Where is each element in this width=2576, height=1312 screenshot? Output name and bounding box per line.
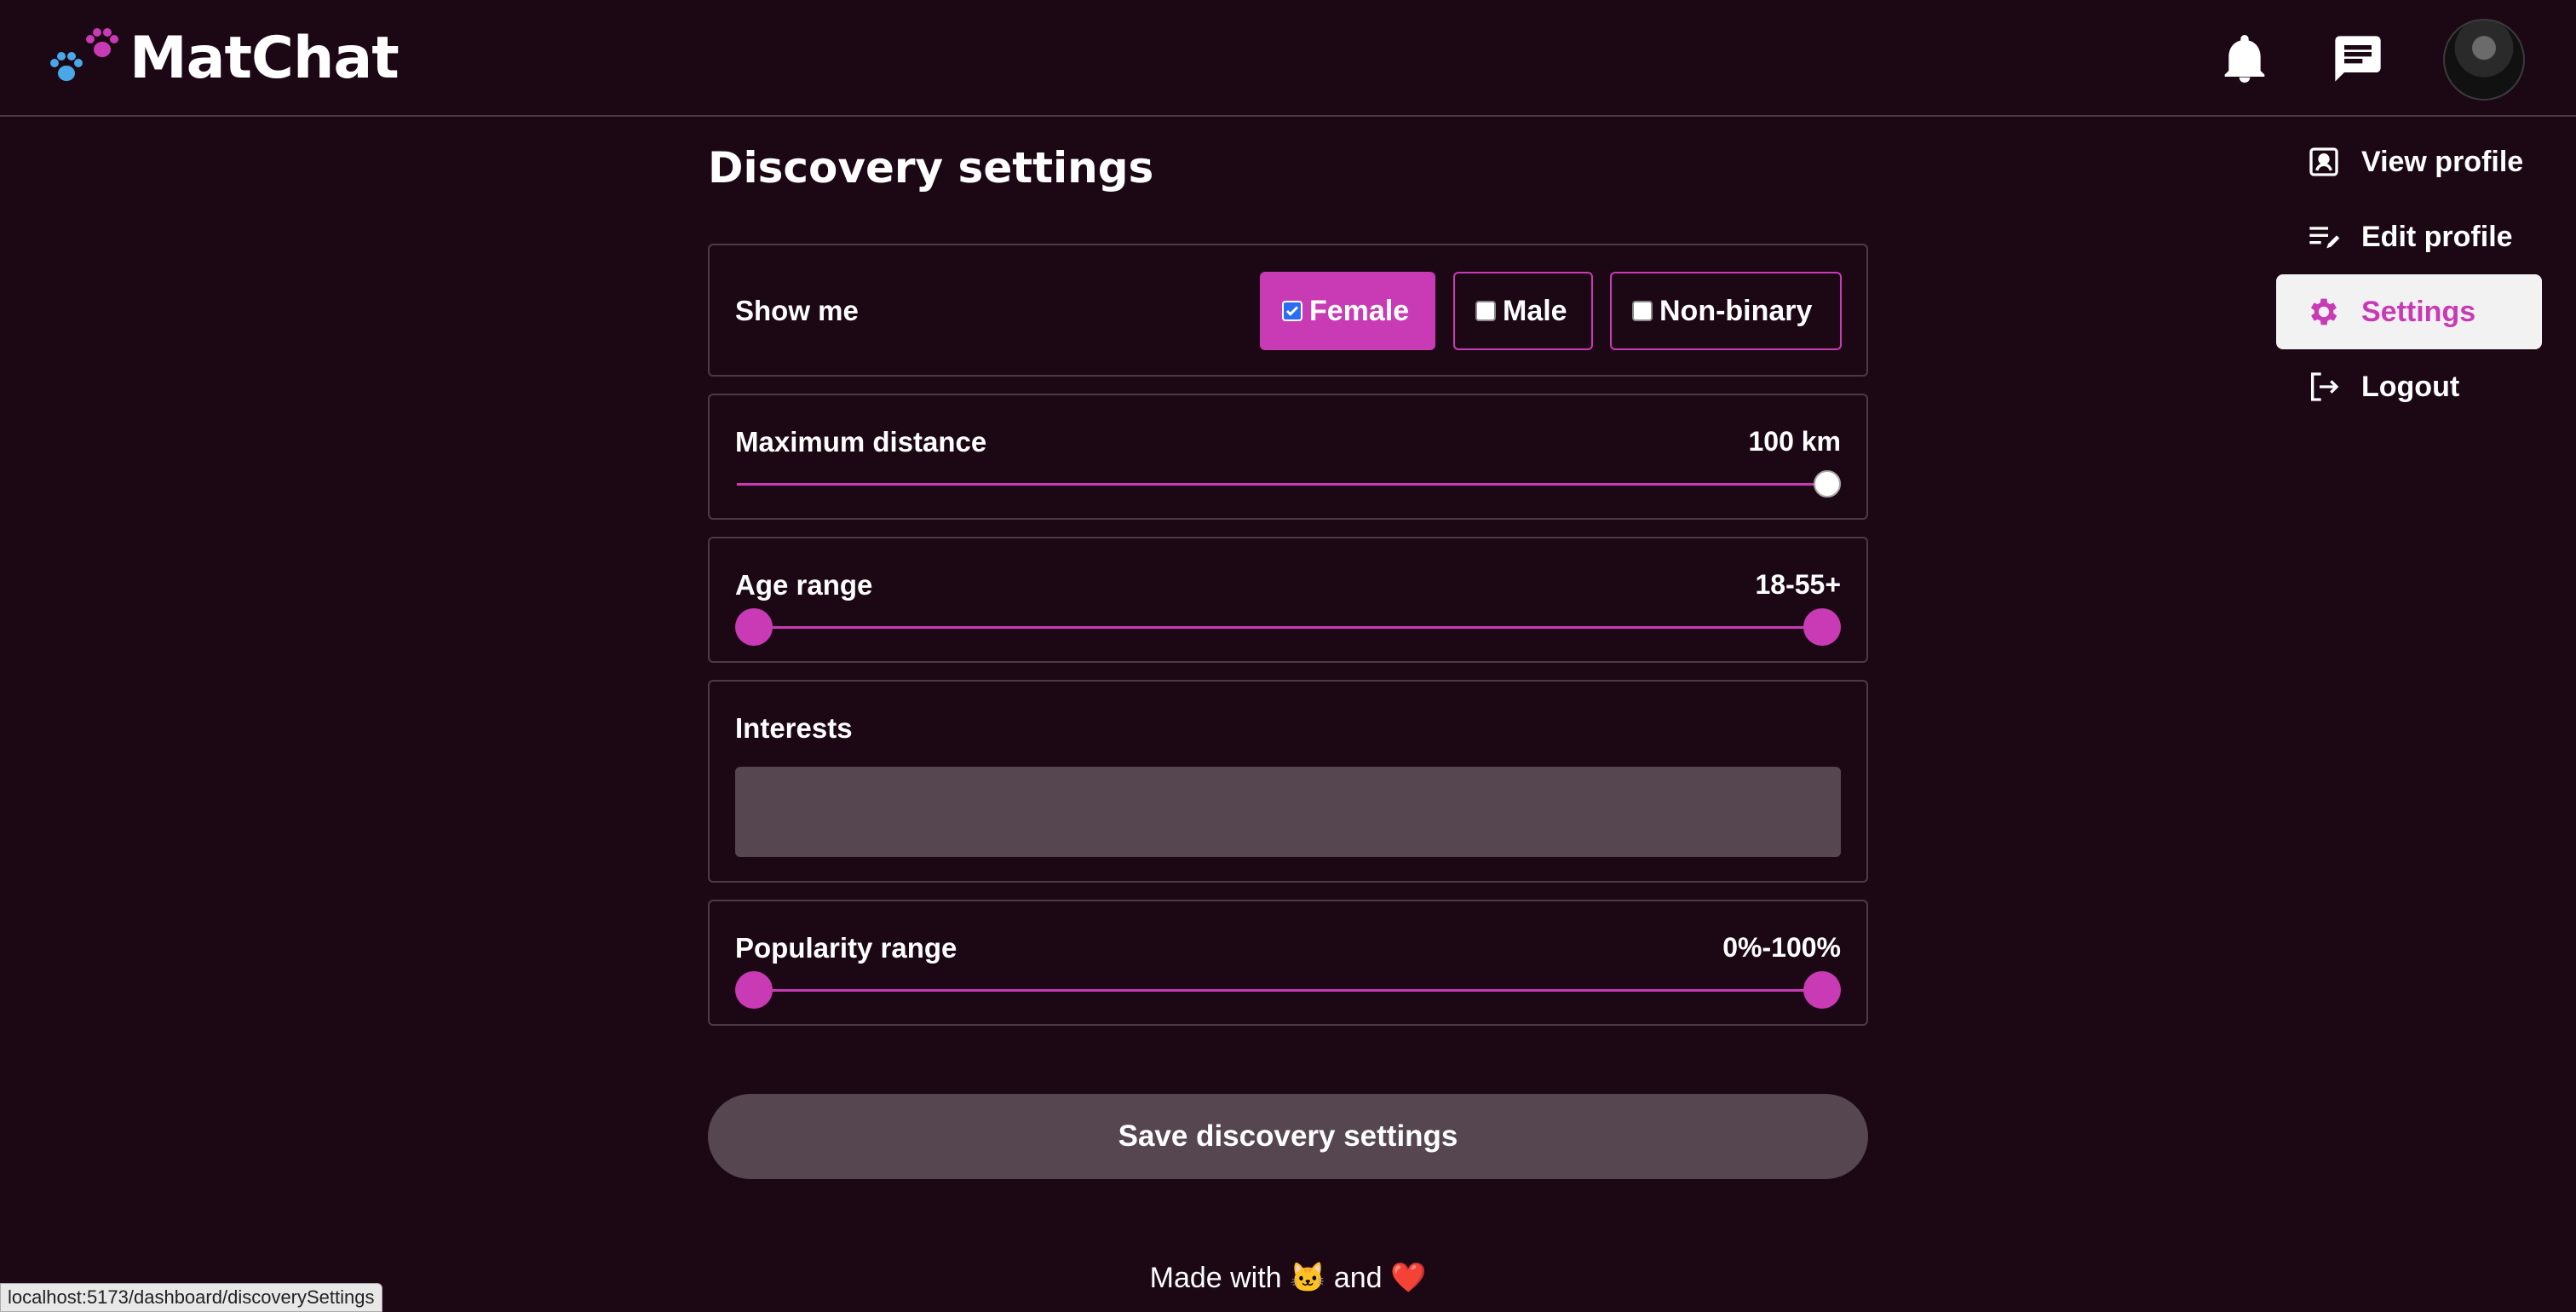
interests-input[interactable] — [735, 767, 1841, 857]
popularity-range-label: Popularity range — [735, 932, 957, 964]
menu-item-label: Settings — [2361, 296, 2475, 329]
checkbox-icon[interactable] — [1475, 301, 1496, 321]
popularity-slider-min-thumb[interactable] — [735, 971, 773, 1009]
show-me-label: Show me — [735, 295, 859, 327]
menu-item-view-profile[interactable]: View profile — [2276, 124, 2542, 199]
age-range-card: Age range 18-55+ — [708, 537, 1868, 663]
age-slider-track[interactable] — [737, 626, 1839, 629]
option-label: Non-binary — [1659, 295, 1812, 328]
profile-dropdown-menu: View profile Edit profile Settings — [2276, 124, 2542, 424]
menu-item-edit-profile[interactable]: Edit profile — [2276, 199, 2542, 274]
popularity-slider-max-thumb[interactable] — [1803, 971, 1841, 1009]
distance-value: 100 km — [1748, 426, 1841, 457]
gender-option-male[interactable]: Male — [1453, 272, 1593, 350]
paw-logo-icon — [48, 24, 126, 92]
profile-card-icon — [2305, 143, 2343, 181]
show-me-card: Show me Female Male Non-binary — [708, 244, 1868, 377]
menu-item-label: View profile — [2361, 146, 2523, 179]
age-range-label: Age range — [735, 569, 872, 601]
menu-item-label: Edit profile — [2361, 221, 2513, 254]
app-logo[interactable]: MatChat — [48, 24, 399, 92]
popularity-range-value: 0%-100% — [1722, 932, 1841, 964]
popularity-slider-track[interactable] — [737, 989, 1839, 992]
cat-emoji-icon: 🐱 — [1290, 1262, 1325, 1294]
gear-icon — [2305, 293, 2343, 331]
menu-item-settings[interactable]: Settings — [2276, 274, 2542, 349]
distance-card: Maximum distance 100 km — [708, 394, 1868, 520]
distance-slider-track[interactable] — [737, 483, 1839, 486]
distance-slider-thumb[interactable] — [1814, 470, 1841, 498]
logout-icon — [2305, 368, 2343, 406]
popularity-range-card: Popularity range 0%-100% — [708, 900, 1868, 1026]
interests-card: Interests — [708, 680, 1868, 883]
option-label: Female — [1309, 295, 1409, 328]
checkbox-icon[interactable] — [1632, 301, 1653, 321]
user-avatar[interactable] — [2443, 19, 2525, 101]
app-name: MatChat — [129, 25, 399, 92]
browser-status-url: localhost:5173/dashboard/discoverySettin… — [0, 1283, 382, 1312]
checkbox-checked-icon[interactable] — [1282, 301, 1302, 321]
menu-item-label: Logout — [2361, 371, 2459, 404]
age-slider-min-thumb[interactable] — [735, 608, 773, 646]
option-label: Male — [1503, 295, 1567, 328]
distance-label: Maximum distance — [735, 426, 986, 458]
gender-option-non-binary[interactable]: Non-binary — [1610, 272, 1842, 350]
heart-emoji-icon: ❤️ — [1390, 1262, 1426, 1294]
footer-text: and — [1334, 1262, 1383, 1294]
chat-icon[interactable] — [2328, 29, 2388, 89]
footer-text: Made with — [1150, 1262, 1282, 1294]
edit-list-icon — [2305, 218, 2343, 256]
footer: Made with 🐱 and ❤️ — [0, 1261, 2576, 1295]
save-discovery-settings-button[interactable]: Save discovery settings — [708, 1094, 1868, 1179]
bell-icon[interactable] — [2215, 29, 2274, 89]
age-range-value: 18-55+ — [1755, 569, 1841, 601]
menu-item-logout[interactable]: Logout — [2276, 349, 2542, 424]
page-title: Discovery settings — [708, 143, 1153, 193]
interests-label: Interests — [735, 712, 853, 745]
gender-option-female[interactable]: Female — [1260, 272, 1435, 350]
age-slider-max-thumb[interactable] — [1803, 608, 1841, 646]
top-header: MatChat — [0, 0, 2576, 117]
